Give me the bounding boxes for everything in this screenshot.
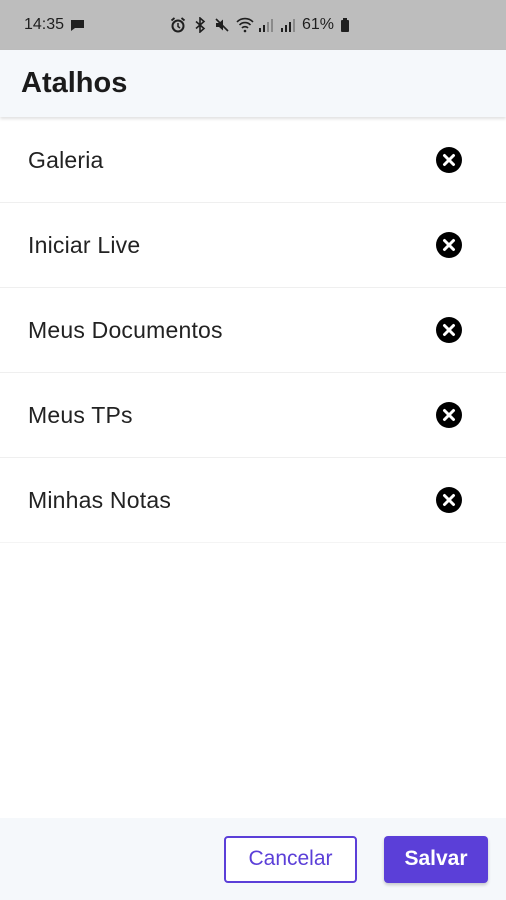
list-item: Meus Documentos — [0, 288, 506, 373]
list-item: Meus TPs — [0, 373, 506, 458]
status-time: 14:35 — [24, 16, 65, 33]
alarm-icon — [170, 17, 186, 33]
wifi-icon — [236, 17, 254, 33]
remove-icon[interactable] — [436, 232, 462, 258]
list-item: Minhas Notas — [0, 458, 506, 543]
app-bar: Atalhos — [0, 50, 506, 117]
battery-icon — [340, 17, 356, 33]
signal-icon — [280, 17, 296, 33]
bluetooth-icon — [192, 16, 208, 34]
remove-icon[interactable] — [436, 147, 462, 173]
remove-icon[interactable] — [436, 402, 462, 428]
page-title: Atalhos — [21, 67, 128, 99]
shortcut-label: Galeria — [28, 146, 104, 173]
remove-icon[interactable] — [436, 487, 462, 513]
action-bar: Cancelar Salvar — [0, 818, 506, 900]
list-item: Galeria — [0, 118, 506, 203]
shortcut-label: Iniciar Live — [28, 231, 141, 258]
status-bar: 14:35 61% — [0, 0, 506, 50]
cancel-button[interactable]: Cancelar — [224, 835, 357, 883]
shortcut-label: Meus TPs — [28, 401, 133, 428]
shortcut-label: Meus Documentos — [28, 316, 223, 343]
status-icons: 61% — [170, 16, 356, 34]
save-button[interactable]: Salvar — [384, 835, 488, 883]
message-icon — [70, 19, 85, 32]
signal-icon — [258, 17, 274, 33]
remove-icon[interactable] — [436, 317, 462, 343]
mute-icon — [214, 17, 230, 33]
list-item: Iniciar Live — [0, 203, 506, 288]
battery-percent: 61% — [301, 16, 334, 33]
shortcut-list: Galeria Iniciar Live Meus Documentos Meu… — [0, 118, 506, 543]
shortcut-label: Minhas Notas — [28, 486, 172, 513]
